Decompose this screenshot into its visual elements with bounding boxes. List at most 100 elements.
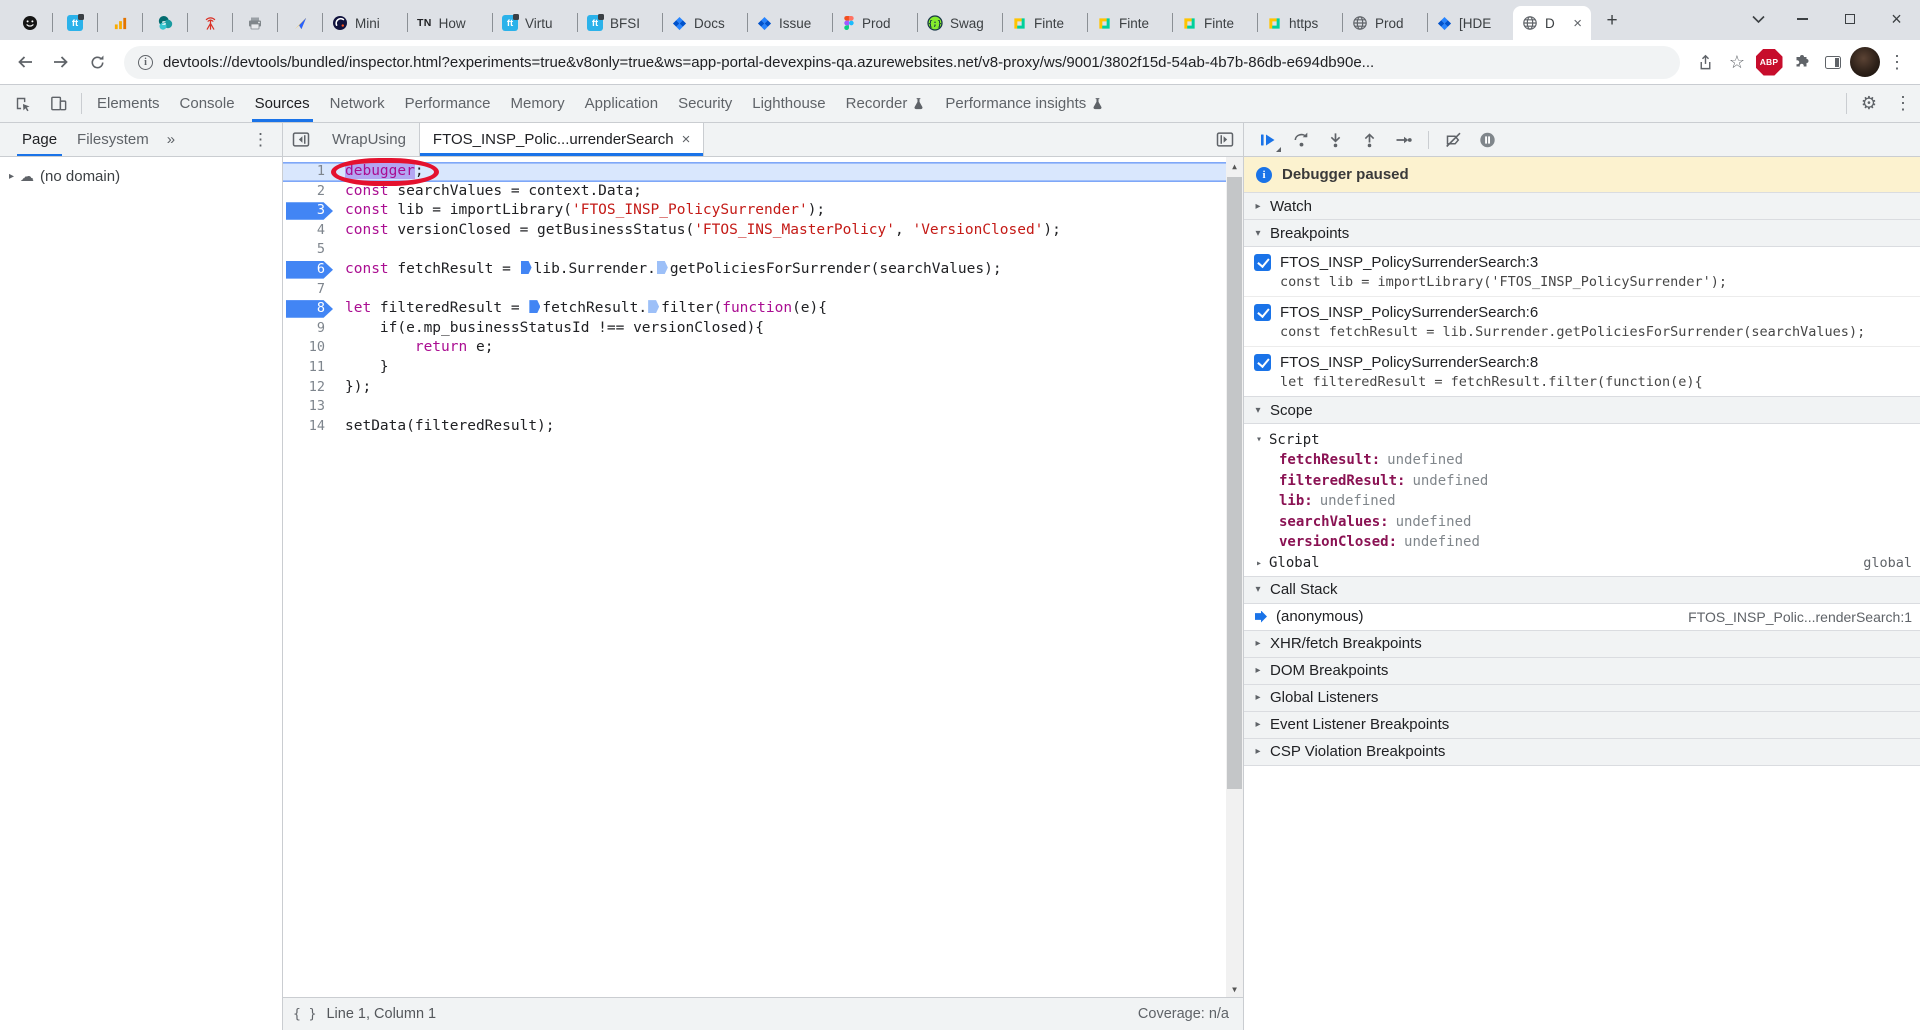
devtools-tab-security[interactable]: Security xyxy=(668,85,742,122)
section-header-event-listener-breakpoints[interactable]: ▸Event Listener Breakpoints xyxy=(1244,711,1920,739)
breakpoint-checkbox[interactable] xyxy=(1254,354,1271,371)
line-number[interactable]: 1 xyxy=(283,162,335,182)
devtools-tab-performance-insights[interactable]: Performance insights xyxy=(935,85,1114,122)
section-header-call-stack[interactable]: ▾Call Stack xyxy=(1244,576,1920,604)
pause-on-exceptions-button[interactable] xyxy=(1472,126,1503,154)
line-number[interactable]: 10 xyxy=(283,338,335,358)
devtools-tab-recorder[interactable]: Recorder xyxy=(836,85,936,122)
breakpoint-flag[interactable]: 3 xyxy=(283,201,335,221)
browser-tab-ft[interactable]: ft xyxy=(53,6,97,40)
line-number[interactable]: 5 xyxy=(283,240,335,260)
devtools-tab-sources[interactable]: Sources xyxy=(245,85,320,122)
step-out-button[interactable] xyxy=(1354,126,1385,154)
browser-tab-prod[interactable]: Prod xyxy=(833,6,917,40)
device-toolbar-icon[interactable] xyxy=(40,85,76,122)
hide-debugger-sidebar-icon[interactable] xyxy=(1207,123,1243,156)
hide-navigator-icon[interactable] xyxy=(283,123,319,156)
new-tab-button[interactable]: + xyxy=(1597,6,1627,36)
browser-tab-how[interactable]: TNHow xyxy=(408,6,492,40)
browser-tab-issue[interactable]: Issue xyxy=(748,6,832,40)
reload-button[interactable] xyxy=(80,45,114,79)
side-panel-icon[interactable] xyxy=(1818,47,1848,77)
share-icon[interactable] xyxy=(1690,47,1720,77)
adblock-extension-icon[interactable]: ABP xyxy=(1754,47,1784,77)
devtools-tab-application[interactable]: Application xyxy=(575,85,668,122)
browser-tab-smiley[interactable] xyxy=(8,6,52,40)
section-header-watch[interactable]: ▸Watch xyxy=(1244,192,1920,220)
section-header-breakpoints[interactable]: ▾Breakpoints xyxy=(1244,219,1920,247)
code-text[interactable]: let filteredResult = fetchResult.filter(… xyxy=(335,299,1226,319)
browser-menu-icon[interactable]: ⋮ xyxy=(1882,47,1912,77)
code-text[interactable] xyxy=(335,397,1226,417)
browser-tab-virtu[interactable]: ftVirtu xyxy=(493,6,577,40)
devtools-tab-performance[interactable]: Performance xyxy=(395,85,501,122)
breakpoint-checkbox[interactable] xyxy=(1254,254,1271,271)
line-number[interactable]: 2 xyxy=(283,182,335,202)
editor-scrollbar[interactable]: ▲ ▼ xyxy=(1226,157,1243,997)
window-close-button[interactable]: × xyxy=(1873,0,1920,38)
navigator-tab-page[interactable]: Page xyxy=(12,123,67,156)
section-header-scope[interactable]: ▾Scope xyxy=(1244,396,1920,424)
browser-tab-finte[interactable]: Finte xyxy=(1173,6,1257,40)
scroll-up-icon[interactable]: ▲ xyxy=(1226,157,1243,174)
navigator-overflow-icon[interactable]: ⋮ xyxy=(239,130,282,150)
line-number[interactable]: 9 xyxy=(283,319,335,339)
pretty-print-icon[interactable]: { } xyxy=(293,1007,316,1022)
line-number[interactable]: 12 xyxy=(283,378,335,398)
code-text[interactable]: const lib = importLibrary('FTOS_INSP_Pol… xyxy=(335,201,1226,221)
devtools-tab-network[interactable]: Network xyxy=(320,85,395,122)
section-header-csp-violation-breakpoints[interactable]: ▸CSP Violation Breakpoints xyxy=(1244,738,1920,766)
browser-tab-hde[interactable]: [HDE xyxy=(1428,6,1512,40)
code-text[interactable]: if(e.mp_businessStatusId !== versionClos… xyxy=(335,319,1226,339)
code-text[interactable]: } xyxy=(335,358,1226,378)
code-text[interactable] xyxy=(335,280,1226,300)
tree-item-no-domain[interactable]: ▸☁(no domain) xyxy=(0,164,282,188)
browser-tab-d[interactable]: D× xyxy=(1513,6,1591,40)
browser-tab-finte[interactable]: Finte xyxy=(1003,6,1087,40)
callstack-frame[interactable]: (anonymous)FTOS_INSP_Polic...renderSearc… xyxy=(1244,604,1920,631)
breakpoint-flag[interactable]: 6 xyxy=(283,260,335,280)
site-info-icon[interactable]: i xyxy=(138,55,153,70)
browser-tab-bfsi[interactable]: ftBFSI xyxy=(578,6,662,40)
browser-tab-https[interactable]: https xyxy=(1258,6,1342,40)
line-number[interactable]: 4 xyxy=(283,221,335,241)
devtools-tab-lighthouse[interactable]: Lighthouse xyxy=(742,85,835,122)
profile-avatar[interactable] xyxy=(1850,47,1880,77)
tab-search-chevron-icon[interactable] xyxy=(1737,0,1779,38)
browser-tab-send[interactable] xyxy=(278,6,322,40)
back-button[interactable] xyxy=(8,45,42,79)
inline-breakpoint-icon[interactable] xyxy=(657,261,668,274)
step-over-button[interactable] xyxy=(1286,126,1317,154)
code-text[interactable] xyxy=(335,240,1226,260)
inline-breakpoint-icon[interactable] xyxy=(521,261,532,274)
scope-group-global[interactable]: ▸Globalglobal xyxy=(1244,553,1920,574)
code-text[interactable]: const searchValues = context.Data; xyxy=(335,182,1226,202)
breakpoint-flag[interactable]: 8 xyxy=(283,299,335,319)
browser-tab-finte[interactable]: Finte xyxy=(1088,6,1172,40)
code-text[interactable]: setData(filteredResult); xyxy=(335,417,1226,437)
line-number[interactable]: 7 xyxy=(283,280,335,300)
devtools-tab-console[interactable]: Console xyxy=(170,85,245,122)
inspect-element-icon[interactable] xyxy=(4,85,40,122)
scroll-down-icon[interactable]: ▼ xyxy=(1226,980,1243,997)
browser-tab-printer[interactable] xyxy=(233,6,277,40)
extensions-puzzle-icon[interactable] xyxy=(1786,47,1816,77)
editor-tab-wrapusing[interactable]: WrapUsing xyxy=(319,123,419,156)
address-bar[interactable]: i devtools://devtools/bundled/inspector.… xyxy=(124,46,1680,79)
bookmark-star-icon[interactable]: ☆ xyxy=(1722,47,1752,77)
code-text[interactable]: }); xyxy=(335,378,1226,398)
code-text[interactable]: debugger; xyxy=(335,162,1226,182)
browser-tab-chart[interactable] xyxy=(98,6,142,40)
devtools-tab-elements[interactable]: Elements xyxy=(87,85,170,122)
window-minimize-button[interactable] xyxy=(1779,0,1826,38)
browser-tab-sharepoint[interactable]: s xyxy=(143,6,187,40)
section-header-xhr-fetch-breakpoints[interactable]: ▸XHR/fetch Breakpoints xyxy=(1244,630,1920,658)
scrollbar-thumb[interactable] xyxy=(1227,177,1242,789)
step-button[interactable] xyxy=(1388,126,1419,154)
code-text[interactable]: const fetchResult = lib.Surrender.getPol… xyxy=(335,260,1226,280)
browser-tab-swag[interactable]: {;}Swag xyxy=(918,6,1002,40)
line-number[interactable]: 11 xyxy=(283,358,335,378)
section-header-dom-breakpoints[interactable]: ▸DOM Breakpoints xyxy=(1244,657,1920,685)
devtools-tab-memory[interactable]: Memory xyxy=(501,85,575,122)
deactivate-breakpoints-button[interactable] xyxy=(1438,126,1469,154)
